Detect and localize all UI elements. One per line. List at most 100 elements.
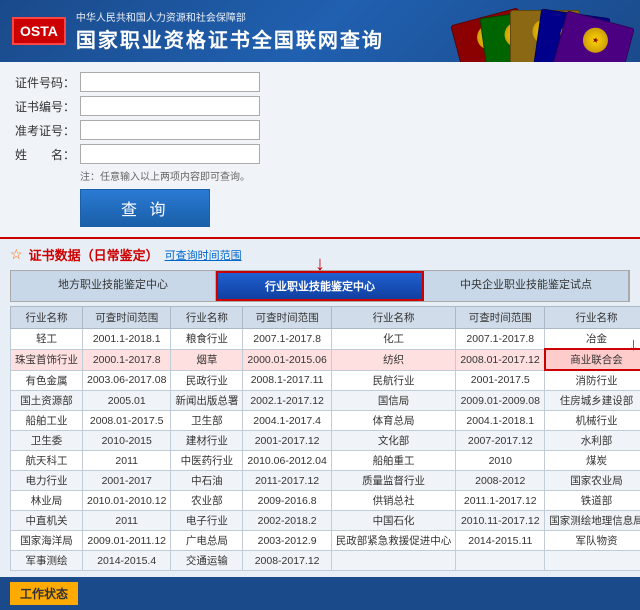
col-header-5: 行业名称 bbox=[331, 307, 456, 329]
table-cell: 供销总社 bbox=[331, 491, 456, 511]
table-cell: 2009.01-2009.08 bbox=[456, 391, 545, 411]
table-cell: 新闻出版总署 bbox=[171, 391, 243, 411]
table-cell: 国家测绘地理信息局 bbox=[545, 511, 640, 531]
table-cell: 煤炭 bbox=[545, 451, 640, 471]
table-cell: 卫生部 bbox=[171, 411, 243, 431]
table-cell: 2011-2017.12 bbox=[243, 471, 331, 491]
col-header-3: 行业名称 bbox=[171, 307, 243, 329]
input-xingming[interactable] bbox=[80, 144, 260, 164]
table-cell: 2001-2017.12 bbox=[243, 431, 331, 451]
table-cell: 2014-2015.11 bbox=[456, 531, 545, 551]
table-cell: 交通运输 bbox=[171, 551, 243, 571]
table-cell: 2003.06-2017.08 bbox=[83, 370, 171, 391]
table-cell: 2001-2017 bbox=[83, 471, 171, 491]
col-header-1: 行业名称 bbox=[11, 307, 83, 329]
table-cell: 珠宝首饰行业 bbox=[11, 349, 83, 370]
table-cell: 建材行业 bbox=[171, 431, 243, 451]
table-cell: 国家海洋局 bbox=[11, 531, 83, 551]
table-cell: 2007-2017.12 bbox=[456, 431, 545, 451]
form-row-1: 证件号码： bbox=[15, 72, 625, 92]
table-cell: 2007.1-2017.8 bbox=[243, 329, 331, 350]
table-row: 国土资源部2005.01新闻出版总署2002.1-2017.12国信局2009.… bbox=[11, 391, 640, 411]
col-header-6: 可查时间范围 bbox=[456, 307, 545, 329]
table-row: 航天科工2011中医药行业2010.06-2012.04船舶重工2010煤炭20… bbox=[11, 451, 640, 471]
header-subtitle: 中华人民共和国人力资源和社会保障部 bbox=[76, 9, 384, 24]
section-header: ☆ 证书数据（日常鉴定） 可查询时间范围 bbox=[10, 245, 630, 264]
table-cell: 军队物资 bbox=[545, 531, 640, 551]
main-content: ☆ 证书数据（日常鉴定） 可查询时间范围 地方职业技能鉴定中心 行业职业技能鉴定… bbox=[0, 239, 640, 577]
col-header-4: 可查时间范围 bbox=[243, 307, 331, 329]
input-zijenhao[interactable] bbox=[80, 72, 260, 92]
table-row: 卫生委2010-2015建材行业2001-2017.12文化部2007-2017… bbox=[11, 431, 640, 451]
table-cell: 2010-2015 bbox=[83, 431, 171, 451]
form-note: 注：任意输入以上两项内容即可查询。 bbox=[80, 168, 625, 183]
table-cell bbox=[545, 551, 640, 571]
input-zhushuhao[interactable] bbox=[80, 96, 260, 116]
table-cell: 2014-2015.4 bbox=[83, 551, 171, 571]
table-cell: 消防行业 bbox=[545, 370, 640, 391]
table-cell: 卫生委 bbox=[11, 431, 83, 451]
table-cell: 2009-2016.8 bbox=[243, 491, 331, 511]
form-row-4: 姓 名： bbox=[15, 144, 625, 164]
label-zhuankaohao: 准考证号： bbox=[15, 122, 75, 139]
table-cell: 2002.1-2017.12 bbox=[243, 391, 331, 411]
table-cell: 2011 bbox=[83, 511, 171, 531]
col-header-7: 行业名称 bbox=[545, 307, 640, 329]
table-cell: 质量监督行业 bbox=[331, 471, 456, 491]
table-cell: 2010.01-2010.12 bbox=[83, 491, 171, 511]
work-status-button[interactable]: 工作状态 bbox=[10, 582, 78, 605]
input-zhuankaohao[interactable] bbox=[80, 120, 260, 140]
table-row: 有色金属2003.06-2017.08民政行业2008.1-2017.11民航行… bbox=[11, 370, 640, 391]
header-title: 国家职业资格证书全国联网查询 bbox=[76, 24, 384, 53]
table-cell: 2002-2018.2 bbox=[243, 511, 331, 531]
table-cell: 机械行业 bbox=[545, 411, 640, 431]
form-row-3: 准考证号： bbox=[15, 120, 625, 140]
table-cell: 农业部 bbox=[171, 491, 243, 511]
table-cell: 水利部 bbox=[545, 431, 640, 451]
table-cell: 中国石化 bbox=[331, 511, 456, 531]
tab-local[interactable]: 地方职业技能鉴定中心 bbox=[11, 271, 216, 301]
table-cell: 2005.01 bbox=[83, 391, 171, 411]
table-cell: 2008-2017.12 bbox=[243, 551, 331, 571]
table-cell: 军事测绘 bbox=[11, 551, 83, 571]
search-button[interactable]: 查 询 bbox=[80, 189, 210, 227]
form-row-2: 证书编号： bbox=[15, 96, 625, 116]
cert-emblem-5: ★ bbox=[580, 25, 611, 56]
table-cell: 有色金属 bbox=[11, 370, 83, 391]
tab-industry[interactable]: 行业职业技能鉴定中心 bbox=[216, 271, 424, 301]
table-header-row: 行业名称 可查时间范围 行业名称 可查时间范围 行业名称 可查时间范围 行业名称… bbox=[11, 307, 640, 329]
table-cell: 广电总局 bbox=[171, 531, 243, 551]
label-zijenhao: 证件号码： bbox=[15, 74, 75, 91]
page-header: OSTA 中华人民共和国人力资源和社会保障部 国家职业资格证书全国联网查询 ★ … bbox=[0, 0, 640, 62]
osta-logo: OSTA bbox=[12, 17, 66, 45]
data-table: 行业名称 可查时间范围 行业名称 可查时间范围 行业名称 可查时间范围 行业名称… bbox=[10, 306, 640, 571]
table-cell: 民政部紧急救援促进中心 bbox=[331, 531, 456, 551]
table-cell: 纺织 bbox=[331, 349, 456, 370]
table-cell: 住房城乡建设部 bbox=[545, 391, 640, 411]
search-area: 证件号码： 证书编号： 准考证号： 姓 名： 注：任意输入以上两项内容即可查询。… bbox=[0, 62, 640, 239]
table-cell: 民航行业 bbox=[331, 370, 456, 391]
table-cell: 2001-2017.5 bbox=[456, 370, 545, 391]
table-cell: 船舶工业 bbox=[11, 411, 83, 431]
bottom-bar: 工作状态 bbox=[0, 577, 640, 610]
table-cell: 2008-2012 bbox=[456, 471, 545, 491]
section-link[interactable]: 可查询时间范围 bbox=[165, 247, 242, 263]
table-cell: 2010 bbox=[456, 451, 545, 471]
table-cell: 中石油 bbox=[171, 471, 243, 491]
table-cell: 商业联合会 bbox=[545, 349, 640, 370]
table-cell: 铁道部 bbox=[545, 491, 640, 511]
table-cell: 中医药行业 bbox=[171, 451, 243, 471]
table-cell: 2004.1-2017.4 bbox=[243, 411, 331, 431]
table-cell: 国信局 bbox=[331, 391, 456, 411]
table-row: 军事测绘2014-2015.4交通运输2008-2017.12 bbox=[11, 551, 640, 571]
table-cell: 2011.1-2017.12 bbox=[456, 491, 545, 511]
tabs-row: 地方职业技能鉴定中心 行业职业技能鉴定中心 中央企业职业技能鉴定试点 ↓ bbox=[10, 270, 630, 302]
table-row: 电力行业2001-2017中石油2011-2017.12质量监督行业2008-2… bbox=[11, 471, 640, 491]
label-xingming: 姓 名： bbox=[15, 146, 75, 163]
tab-central[interactable]: 中央企业职业技能鉴定试点 bbox=[424, 271, 629, 301]
table-cell bbox=[456, 551, 545, 571]
table-row: 船舶工业2008.01-2017.5卫生部2004.1-2017.4体育总局20… bbox=[11, 411, 640, 431]
table-cell: 2010.06-2012.04 bbox=[243, 451, 331, 471]
header-text: 中华人民共和国人力资源和社会保障部 国家职业资格证书全国联网查询 bbox=[76, 9, 384, 53]
table-cell: 2010.11-2017.12 bbox=[456, 511, 545, 531]
